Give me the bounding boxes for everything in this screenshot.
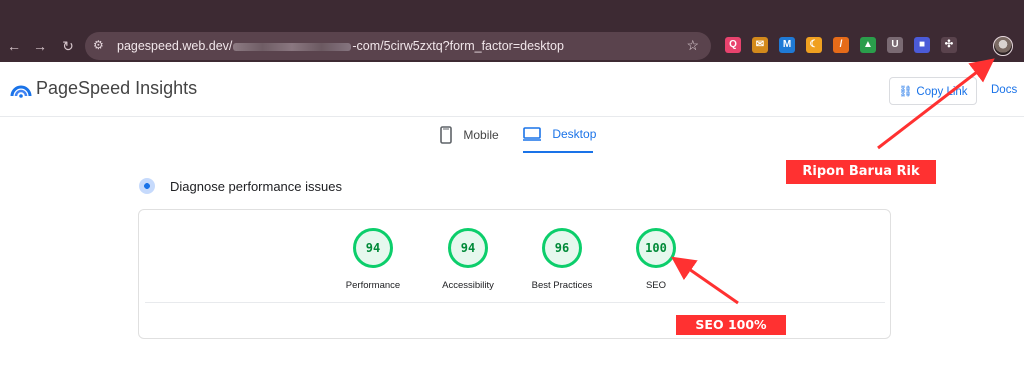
ext-drive-icon[interactable]: ▲ [860, 37, 876, 53]
annotation-seo-label: SEO 100% [676, 315, 786, 335]
site-settings-icon[interactable]: ⚙ [93, 38, 107, 52]
ext-red-q-icon[interactable]: Q [725, 37, 741, 53]
header-divider [0, 116, 1024, 117]
star-icon[interactable]: ☆ [686, 37, 699, 54]
gauge-ring: 94 [353, 228, 393, 268]
tab-desktop-label: Desktop [552, 126, 597, 141]
desktop-monitor-icon [523, 127, 541, 141]
annotation-name-label: Ripon Barua Rik [786, 160, 936, 184]
tab-mobile[interactable]: Mobile [440, 126, 499, 154]
url-text: pagespeed.web.dev/-com/5cirw5zxtq?form_f… [117, 39, 564, 53]
score-label: Performance [345, 280, 401, 291]
score-gauge-best-practices[interactable]: 96 Best Practices [519, 228, 605, 291]
score-value: 100 [645, 241, 667, 255]
pagespeed-logo-icon [10, 85, 32, 98]
active-tab-indicator [523, 151, 593, 153]
docs-link[interactable]: Docs [991, 84, 1017, 96]
diagnose-icon [139, 178, 155, 194]
ext-orange-moon-icon[interactable]: ☾ [806, 37, 822, 53]
card-divider [145, 302, 885, 303]
score-value: 96 [554, 241, 570, 255]
copy-link-button[interactable]: ⛓ Copy Link [889, 77, 977, 105]
score-gauge-performance[interactable]: 94 Performance [330, 228, 416, 291]
score-label: Best Practices [531, 280, 593, 291]
link-icon: ⛓ [898, 86, 913, 98]
profile-avatar[interactable] [993, 36, 1013, 56]
gauge-ring: 100 [636, 228, 676, 268]
ext-m-icon[interactable]: M [779, 37, 795, 53]
score-label: Accessibility [442, 280, 494, 291]
copy-link-label: Copy Link [916, 86, 968, 98]
ext-mail-icon[interactable]: ✉ [752, 37, 768, 53]
tab-mobile-label: Mobile [463, 128, 499, 142]
ext-slash-icon[interactable]: / [833, 37, 849, 53]
gauge-ring: 94 [448, 228, 488, 268]
score-gauge-seo[interactable]: 100 SEO [613, 228, 699, 291]
gauge-ring: 96 [542, 228, 582, 268]
ext-u-icon[interactable]: U [887, 37, 903, 53]
section-title: Diagnose performance issues [170, 179, 342, 194]
reload-icon[interactable]: ↻ [58, 36, 78, 56]
score-label: SEO [645, 280, 667, 291]
tab-desktop[interactable]: Desktop [523, 126, 596, 154]
app-title: PageSpeed Insights [36, 78, 198, 98]
arrow-left-icon[interactable]: ← [4, 36, 24, 56]
score-value: 94 [460, 241, 476, 255]
score-value: 94 [365, 241, 381, 255]
address-bar[interactable]: ⚙ pagespeed.web.dev/-com/5cirw5zxtq?form… [85, 32, 711, 60]
mobile-phone-icon [440, 126, 452, 144]
redacted-url-part [233, 42, 352, 51]
ext-puzzle-icon[interactable]: ✣ [941, 37, 957, 53]
score-gauge-accessibility[interactable]: 94 Accessibility [425, 228, 511, 291]
arrow-right-icon[interactable]: → [30, 36, 50, 56]
ext-blue-square-icon[interactable]: ■ [914, 37, 930, 53]
